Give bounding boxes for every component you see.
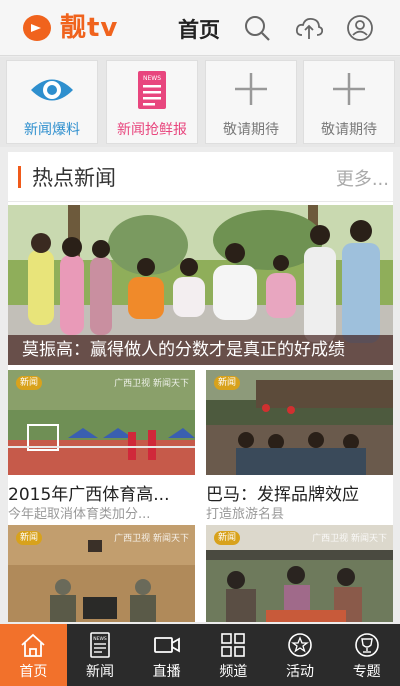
nav-item-news[interactable]: NEWS 新闻 <box>67 624 134 686</box>
news-card-subtitle: 打造旅游名县 <box>206 507 285 522</box>
tile-label: 敬请期待 <box>321 122 377 138</box>
svg-text:NEWS: NEWS <box>93 636 107 642</box>
news-badge: 新闻 <box>16 531 43 545</box>
plus-icon <box>228 71 274 109</box>
cloud-upload-icon[interactable] <box>295 14 323 42</box>
channel-watermark: 广西卫视 新闻天下 <box>114 379 189 389</box>
video-camera-icon <box>153 632 181 658</box>
nav-label: 活动 <box>286 664 315 680</box>
more-link[interactable]: 更多... <box>336 165 389 191</box>
tile-label: 敬请期待 <box>223 122 279 138</box>
nav-label: 频道 <box>219 664 248 680</box>
news-badge: 新闻 <box>16 376 43 390</box>
star-badge-icon <box>286 632 314 658</box>
news-card-title: 2015年广西体育高... <box>8 485 170 505</box>
tile-label: 新闻抢鲜报 <box>117 122 187 138</box>
grid-icon <box>219 632 247 658</box>
tile-news-scoop[interactable]: NEWS 新闻抢鲜报 <box>106 60 198 144</box>
news-card-subtitle: 今年起取消体育类加分... <box>8 507 151 522</box>
quick-tiles: 新闻爆料 NEWS 新闻抢鲜报 敬请期待 敬请期待 <box>0 57 400 147</box>
app-logo[interactable]: 靓tv <box>22 12 118 44</box>
section-title: 热点新闻 <box>32 166 116 190</box>
news-card-image: 新闻 广西卫视 新闻天下 <box>8 370 195 475</box>
nav-item-channels[interactable]: 频道 <box>200 624 267 686</box>
home-icon <box>19 632 47 658</box>
news-document-icon: NEWS <box>129 71 175 109</box>
channel-watermark: 广西卫视 新闻天下 <box>312 534 387 544</box>
news-card-image: 新闻 广西卫视 新闻天下 <box>206 525 393 622</box>
nav-item-live[interactable]: 直播 <box>133 624 200 686</box>
news-badge: 新闻 <box>214 376 241 390</box>
page-title: 首页 <box>178 18 220 42</box>
tile-coming-soon-1[interactable]: 敬请期待 <box>205 60 297 144</box>
hero-caption: 莫振高：赢得做人的分数才是真正的好成绩 <box>8 335 393 365</box>
nav-label: 新闻 <box>86 664 114 680</box>
news-card-image: 新闻 <box>206 370 393 475</box>
news-icon: NEWS <box>86 632 114 658</box>
eye-icon <box>29 71 75 109</box>
hot-news-section: 热点新闻 更多... 莫振高：赢得做人的分数才是真正的好成绩 新闻 广西卫视 新… <box>8 152 393 622</box>
news-card[interactable]: 新闻 广西卫视 新闻天下 <box>8 525 195 622</box>
bottom-nav: 首页 NEWS 新闻 直播 频道 活动 专题 <box>0 624 400 686</box>
news-card[interactable]: 新闻 广西卫视 新闻天下 2015年广西体育高... 今年起取消体育类加分... <box>8 370 195 525</box>
news-card[interactable]: 新闻 广西卫视 新闻天下 <box>206 525 393 622</box>
news-card-image: 新闻 广西卫视 新闻天下 <box>8 525 195 622</box>
nav-label: 直播 <box>152 664 181 680</box>
news-card-title: 巴马：发挥品牌效应 <box>206 485 359 505</box>
search-icon[interactable] <box>243 14 271 42</box>
nav-item-topics[interactable]: 专题 <box>333 624 400 686</box>
user-icon[interactable] <box>346 14 374 42</box>
section-accent-bar <box>18 166 21 188</box>
trophy-icon <box>353 632 381 658</box>
hero-news-item[interactable]: 莫振高：赢得做人的分数才是真正的好成绩 <box>8 205 393 365</box>
tile-coming-soon-2[interactable]: 敬请期待 <box>303 60 395 144</box>
tile-label: 新闻爆料 <box>24 122 80 138</box>
nav-item-home[interactable]: 首页 <box>0 624 67 686</box>
app-header: 靓tv 首页 <box>0 0 400 56</box>
tile-news-tipoff[interactable]: 新闻爆料 <box>6 60 98 144</box>
plus-icon <box>326 71 372 109</box>
nav-label: 专题 <box>352 664 381 680</box>
svg-text:NEWS: NEWS <box>143 75 161 82</box>
news-badge: 新闻 <box>214 531 241 545</box>
nav-label: 首页 <box>19 664 48 680</box>
news-card[interactable]: 新闻 巴马：发挥品牌效应 打造旅游名县 <box>206 370 393 525</box>
section-header: 热点新闻 更多... <box>8 152 393 202</box>
logo-text: 靓tv <box>60 13 119 43</box>
logo-mark-icon <box>22 14 56 42</box>
nav-item-events[interactable]: 活动 <box>267 624 334 686</box>
channel-watermark: 广西卫视 新闻天下 <box>114 534 189 544</box>
